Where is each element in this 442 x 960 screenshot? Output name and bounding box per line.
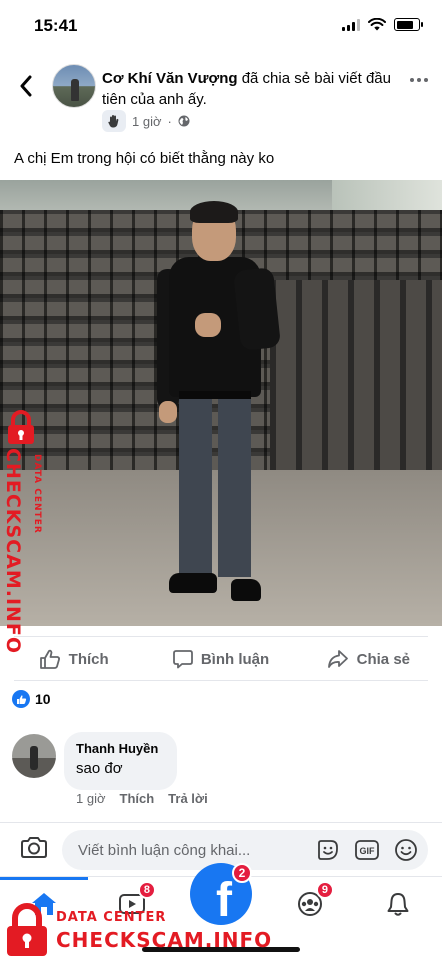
watermark-bottom: DATA CENTER CHECKSCAM.INFO xyxy=(4,896,284,958)
gif-label: GIF xyxy=(360,846,376,856)
photo-person xyxy=(155,201,285,605)
reactions-summary[interactable]: 10 xyxy=(12,690,51,708)
wave-hand-icon[interactable] xyxy=(102,110,126,132)
post-header: Cơ Khí Văn Vượng đã chia sẻ bài viết đầu… xyxy=(0,60,442,140)
cellular-signal-icon xyxy=(342,18,360,31)
comment-time: 1 giờ xyxy=(76,791,106,806)
post-header-text: Cơ Khí Văn Vượng đã chia sẻ bài viết đầu… xyxy=(102,68,402,110)
post-time[interactable]: 1 giờ xyxy=(132,114,162,129)
camera-icon xyxy=(21,837,47,858)
back-arrow-icon xyxy=(20,75,32,97)
share-icon xyxy=(327,650,348,668)
comment-icon xyxy=(172,650,193,669)
comment-bubble[interactable]: Thanh Huyền sao đơ xyxy=(64,732,177,790)
comment-text: sao đơ xyxy=(76,760,123,777)
back-button[interactable] xyxy=(14,72,38,100)
lock-icon xyxy=(7,903,47,956)
comment-author[interactable]: Thanh Huyền xyxy=(76,740,163,758)
emoji-icon[interactable] xyxy=(394,838,418,862)
watermark-line2: CHECKSCAM.INFO xyxy=(56,928,273,952)
like-reaction-icon xyxy=(12,690,30,708)
post-text: A chị Em trong hội có biết thằng này ko xyxy=(14,150,275,167)
comment-meta: 1 giờ Thích Trả lời xyxy=(76,791,208,806)
globe-icon xyxy=(178,115,190,127)
bell-icon xyxy=(387,893,409,916)
status-bar: 15:41 xyxy=(0,0,442,50)
groups-badge: 9 xyxy=(315,881,334,899)
watermark-vertical-small: DATA CENTER xyxy=(32,454,42,534)
battery-level xyxy=(396,20,414,29)
like-button[interactable]: Thích xyxy=(0,640,147,678)
post-meta: 1 giờ · xyxy=(102,110,190,132)
sticker-icon[interactable] xyxy=(316,838,340,862)
share-button[interactable]: Chia sẻ xyxy=(295,640,442,678)
author-avatar[interactable] xyxy=(52,64,96,108)
meta-separator: · xyxy=(167,113,172,129)
comment-button[interactable]: Bình luận xyxy=(147,640,294,678)
comment-label: Bình luận xyxy=(200,650,270,668)
more-options-button[interactable] xyxy=(410,78,428,82)
status-icons xyxy=(342,18,423,31)
divider xyxy=(14,636,428,637)
thumbs-up-icon xyxy=(39,649,60,669)
lock-icon xyxy=(8,410,34,444)
post-actions: Thích Bình luận Chia sẻ xyxy=(0,640,442,678)
status-time: 15:41 xyxy=(34,16,78,35)
nav-notifications[interactable] xyxy=(378,887,418,921)
like-label: Thích xyxy=(68,650,109,668)
camera-button[interactable] xyxy=(20,835,48,864)
author-name[interactable]: Cơ Khí Văn Vượng xyxy=(102,70,238,87)
battery-icon xyxy=(394,18,423,31)
divider xyxy=(14,680,428,681)
comment-like-button[interactable]: Thích xyxy=(120,791,155,806)
reaction-count: 10 xyxy=(35,691,51,707)
post-photo[interactable] xyxy=(0,180,442,626)
more-dots-icon xyxy=(410,78,414,82)
nav-active-indicator xyxy=(0,877,88,880)
comment-reply-button[interactable]: Trả lời xyxy=(168,791,208,806)
watermark-vertical-text: CHECKSCAM.INFO xyxy=(2,448,24,655)
commenter-avatar[interactable] xyxy=(12,734,56,778)
gif-icon[interactable]: GIF xyxy=(354,838,380,862)
watermark-line1: DATA CENTER xyxy=(56,910,167,925)
composer-icons: GIF xyxy=(316,838,418,862)
wifi-icon xyxy=(368,18,386,31)
share-label: Chia sẻ xyxy=(356,650,410,668)
watermark-vertical: DATA CENTER CHECKSCAM.INFO xyxy=(2,410,52,654)
nav-groups[interactable]: 9 xyxy=(290,881,334,921)
facebook-badge: 2 xyxy=(232,863,252,883)
